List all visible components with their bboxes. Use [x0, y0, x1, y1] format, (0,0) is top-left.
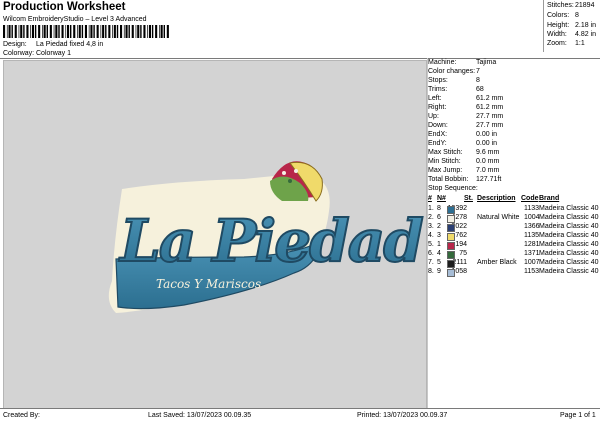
- stat-zoom: Zoom: 1:1: [547, 40, 585, 47]
- info-row: Max Jump: 7.0 mm: [428, 167, 500, 174]
- seq-brand: Madeira Classic 40: [539, 232, 599, 239]
- footer-last-saved: Last Saved: 13/07/2023 00.09.35: [148, 412, 252, 419]
- footer-created-by: Created By:: [3, 412, 40, 419]
- info-row: EndX: 0.00 in: [428, 131, 498, 138]
- page-title: Production Worksheet: [3, 1, 126, 13]
- seq-needle: 6: [437, 214, 441, 221]
- thread-color-swatch: [447, 242, 455, 250]
- seq-num: 5.: [428, 241, 434, 248]
- seq-brand: Madeira Classic 40: [539, 223, 599, 230]
- thread-color-swatch: [447, 269, 455, 277]
- seq-code: 1281: [524, 241, 540, 248]
- seq-needle: 3: [437, 232, 441, 239]
- info-row: EndY: 0.00 in: [428, 140, 498, 147]
- seq-num: 3.: [428, 223, 434, 230]
- col-brand: Brand: [539, 195, 560, 202]
- stop-sequence-row: 3. 2 3022 1366 Madeira Classic 40: [428, 223, 600, 232]
- design-tagline: Tacos Y Mariscos: [156, 277, 261, 291]
- seq-needle: 5: [437, 259, 441, 266]
- col-num: #: [428, 195, 432, 202]
- colorway-value: Colorway 1: [36, 50, 72, 57]
- embroidery-artwork: La Piedad Tacos Y Mariscos: [108, 161, 426, 313]
- thread-color-swatch: [447, 215, 455, 223]
- thread-color-swatch: [447, 251, 455, 259]
- stop-sequence-row: 1. 8 10392 1133 Madeira Classic 40: [428, 205, 600, 214]
- seq-num: 4.: [428, 232, 434, 239]
- col-st: St.: [464, 195, 473, 202]
- design-label: Design:: [3, 41, 27, 48]
- taco-icon: [270, 161, 323, 202]
- stop-sequence-header: # N# St. Description Code Brand: [428, 195, 600, 204]
- seq-needle: 9: [437, 268, 441, 275]
- info-row: Color changes: 7: [428, 68, 480, 75]
- seq-num: 7.: [428, 259, 434, 266]
- thread-color-swatch: [447, 206, 455, 214]
- stop-sequence-row: 8. 9 1058 1153 Madeira Classic 40: [428, 268, 600, 277]
- seq-brand: Madeira Classic 40: [539, 268, 599, 275]
- stop-sequence-row: 5. 1 194 1281 Madeira Classic 40: [428, 241, 600, 250]
- design-value: La Piedad fixed 4,8 in: [36, 41, 104, 48]
- seq-code: 1004: [524, 214, 540, 221]
- seq-code: 1371: [524, 250, 540, 257]
- stop-sequence-row: 6. 4 75 1371 Madeira Classic 40: [428, 250, 600, 259]
- seq-needle: 2: [437, 223, 441, 230]
- stat-stitches: Stitches: 21894: [547, 2, 595, 9]
- info-row: Total Bobbin: 127.71ft: [428, 176, 502, 183]
- col-code: Code: [521, 195, 539, 202]
- seq-code: 1133: [524, 205, 540, 212]
- footer-printed: Printed: 13/07/2023 00.09.37: [357, 412, 448, 419]
- footer-divider: [0, 408, 600, 409]
- stat-height: Height: 2.18 in: [547, 22, 597, 29]
- stats-panel: Stitches: 21894 Colors: 8 Height: 2.18 in W…: [543, 0, 600, 52]
- seq-num: 6.: [428, 250, 434, 257]
- design-main-text: La Piedad: [118, 207, 423, 275]
- seq-code: 1007: [524, 259, 540, 266]
- stop-sequence-row: 7. 5 2111 Amber Black 1007 Madeira Classic 40: [428, 259, 600, 268]
- thread-color-swatch: [447, 260, 455, 268]
- stop-sequence-row: 2. 6 4278 Natural White 1004 Madeira Classic …: [428, 214, 600, 223]
- seq-brand: Madeira Classic 40: [539, 250, 599, 257]
- seq-code: 1135: [524, 232, 540, 239]
- seq-brand: Madeira Classic 40: [539, 214, 599, 221]
- info-row: Min Stitch: 0.0 mm: [428, 158, 500, 165]
- seq-brand: Madeira Classic 40: [539, 259, 599, 266]
- seq-num: 8.: [428, 268, 434, 275]
- info-row: Max Stitch: 9.6 mm: [428, 149, 500, 156]
- seq-code: 1153: [524, 268, 540, 275]
- stat-colors: Colors: 8: [547, 12, 579, 19]
- seq-needle: 4: [437, 250, 441, 257]
- info-row: Right: 61.2 mm: [428, 104, 504, 111]
- info-row: Down: 27.7 mm: [428, 122, 504, 129]
- col-desc: Description: [477, 195, 516, 202]
- info-row: Machine: Tajima: [428, 59, 497, 66]
- seq-needle: 8: [437, 205, 441, 212]
- seq-code: 1366: [524, 223, 540, 230]
- stop-sequence-title: Stop Sequence:: [428, 185, 478, 192]
- software-subtitle: Wilcom EmbroideryStudio – Level 3 Advanc…: [3, 16, 147, 23]
- seq-needle: 1: [437, 241, 441, 248]
- info-row: Trims: 68: [428, 86, 484, 93]
- info-row: Up: 27.7 mm: [428, 113, 504, 120]
- seq-brand: Madeira Classic 40: [539, 241, 599, 248]
- col-n: N#: [437, 195, 446, 202]
- design-preview: La Piedad Tacos Y Mariscos: [3, 60, 427, 409]
- info-row: Stops: 8: [428, 77, 480, 84]
- thread-color-swatch: [447, 224, 455, 232]
- seq-brand: Madeira Classic 40: [539, 205, 599, 212]
- stop-sequence-row: 4. 3 762 1135 Madeira Classic 40: [428, 232, 600, 241]
- seq-description: Natural White: [477, 214, 520, 221]
- footer-page: Page 1 of 1: [560, 412, 596, 419]
- info-row: Left: 61.2 mm: [428, 95, 504, 102]
- seq-description: Amber Black: [477, 259, 517, 266]
- barcode-image: [3, 25, 169, 38]
- colorway-label: Colorway:: [3, 50, 35, 57]
- stat-width: Width: 4.82 in: [547, 31, 597, 38]
- seq-num: 1.: [428, 205, 434, 212]
- seq-num: 2.: [428, 214, 434, 221]
- thread-color-swatch: [447, 233, 455, 241]
